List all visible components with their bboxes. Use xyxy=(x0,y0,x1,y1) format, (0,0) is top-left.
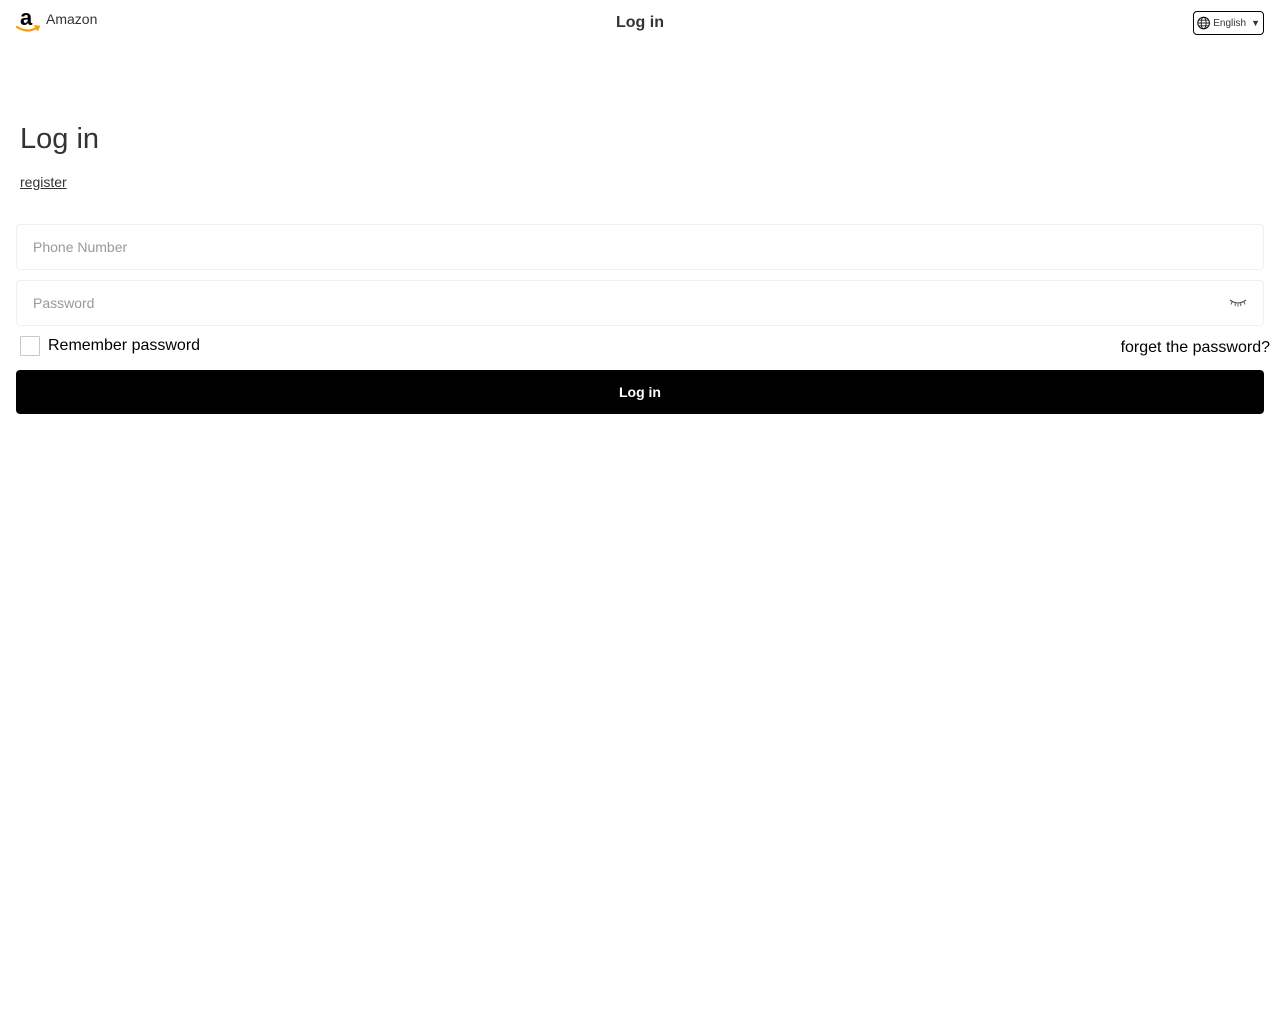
header: a Amazon Log in English ▼ xyxy=(0,0,1280,48)
header-title: Log in xyxy=(616,14,664,31)
remember-label: Remember password xyxy=(48,337,201,354)
phone-field xyxy=(16,224,1264,270)
language-select[interactable]: English ▼ xyxy=(1193,11,1264,35)
remember-password[interactable]: Remember password xyxy=(20,336,200,356)
eye-closed-icon[interactable] xyxy=(1229,297,1247,309)
globe-icon xyxy=(1197,16,1210,30)
register-link[interactable]: register xyxy=(20,174,67,190)
forgot-password-link[interactable]: forget the password? xyxy=(1121,339,1270,357)
page-title: Log in xyxy=(20,123,100,155)
remember-checkbox[interactable] xyxy=(20,336,40,356)
phone-input[interactable] xyxy=(17,225,1263,269)
login-page: a Amazon Log in English ▼ Log in registe… xyxy=(0,0,1280,1024)
chevron-down-icon: ▼ xyxy=(1251,18,1260,28)
language-label: English xyxy=(1213,17,1247,29)
password-field xyxy=(16,280,1264,326)
password-input[interactable] xyxy=(17,281,1263,325)
login-button[interactable]: Log in xyxy=(16,370,1264,414)
